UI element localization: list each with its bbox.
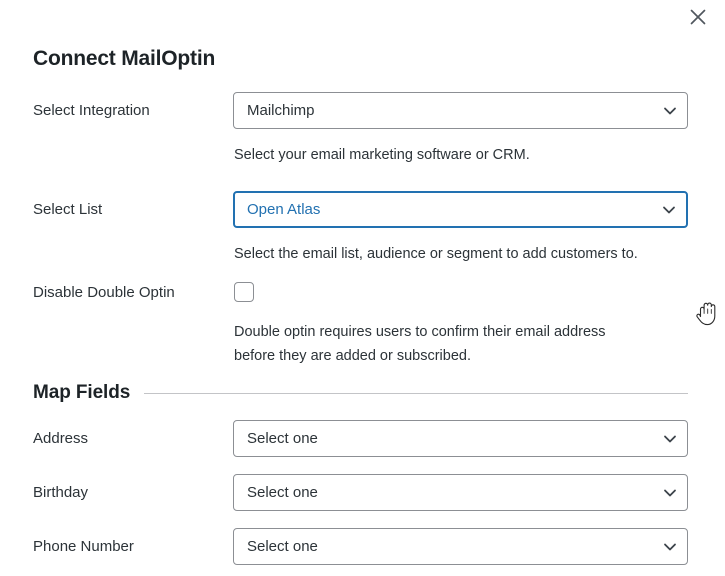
page-title: Connect MailOptin	[33, 47, 216, 70]
select-birthday-value: Select one	[247, 484, 318, 501]
chevron-down-icon	[653, 103, 687, 119]
chevron-down-icon	[653, 539, 687, 555]
label-address: Address	[33, 430, 89, 447]
chevron-down-icon	[653, 431, 687, 447]
select-address-dropdown[interactable]: Select one	[233, 420, 688, 457]
chevron-down-icon	[652, 202, 686, 218]
label-birthday: Birthday	[33, 484, 89, 501]
select-integration-value: Mailchimp	[247, 102, 315, 119]
help-text-select-integration: Select your email marketing software or …	[234, 147, 530, 163]
section-header-map-fields: Map Fields	[33, 382, 688, 404]
select-integration-dropdown[interactable]: Mailchimp	[233, 92, 688, 129]
help-text-double-optin-line1: Double optin requires users to confirm t…	[234, 324, 606, 340]
section-title-map-fields: Map Fields	[33, 382, 131, 403]
select-list-dropdown[interactable]: Open Atlas	[233, 191, 688, 228]
help-text-select-list: Select the email list, audience or segme…	[234, 246, 638, 262]
grab-hand-cursor	[694, 300, 720, 328]
section-divider	[144, 392, 688, 394]
select-phone-number-dropdown[interactable]: Select one	[233, 528, 688, 565]
label-phone-number: Phone Number	[33, 538, 134, 555]
disable-double-optin-checkbox[interactable]	[234, 282, 254, 302]
close-button[interactable]	[685, 4, 711, 30]
chevron-down-icon	[653, 485, 687, 501]
help-text-double-optin-line2: before they are added or subscribed.	[234, 348, 471, 364]
select-list-value: Open Atlas	[247, 201, 321, 218]
select-birthday-dropdown[interactable]: Select one	[233, 474, 688, 511]
label-select-integration: Select Integration	[33, 102, 150, 119]
label-disable-double-optin: Disable Double Optin	[33, 284, 175, 301]
select-address-value: Select one	[247, 430, 318, 447]
close-icon	[689, 8, 707, 26]
label-select-list: Select List	[33, 201, 103, 218]
select-phone-number-value: Select one	[247, 538, 318, 555]
